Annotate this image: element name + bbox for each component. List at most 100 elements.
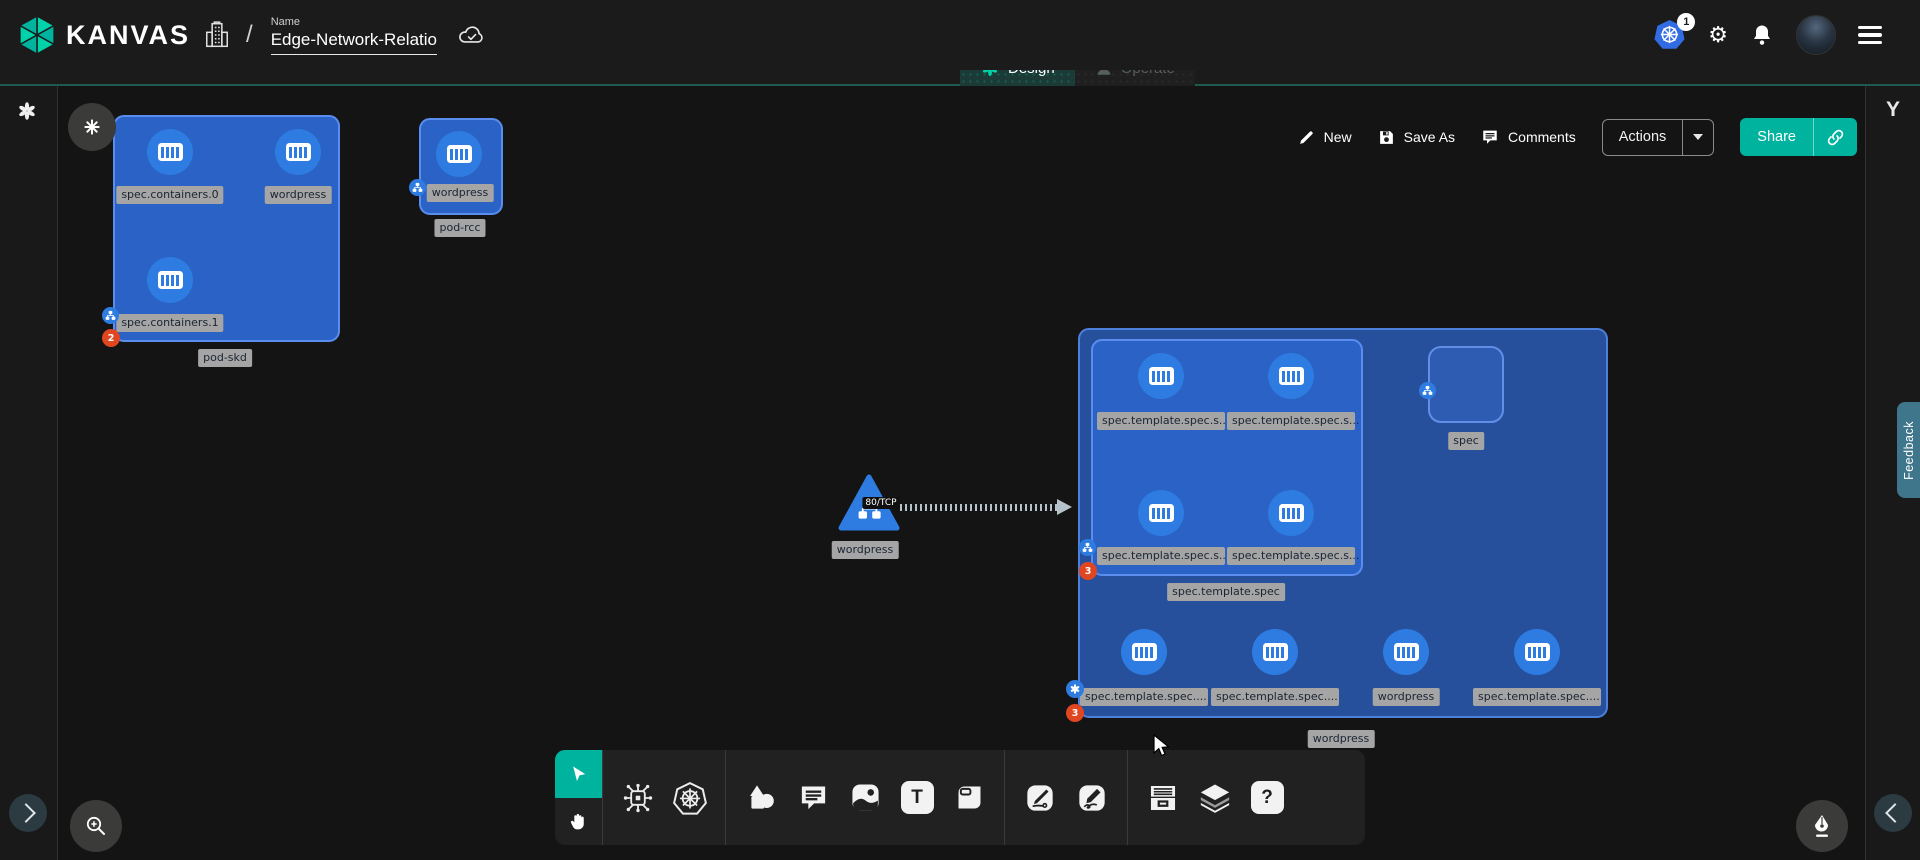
group-label: pod-rcc	[434, 219, 485, 237]
pen-mode-button[interactable]	[1796, 800, 1848, 852]
container-icon	[1263, 643, 1288, 661]
node-label: wordpress	[427, 184, 494, 202]
count-badge[interactable]: 3	[1079, 562, 1097, 580]
comment-bubble-icon	[798, 782, 829, 813]
container-icon	[1525, 643, 1550, 661]
node-label: spec.template.spec....	[1080, 688, 1208, 706]
actions-dropdown-caret[interactable]	[1682, 120, 1713, 155]
node-spec-containers-0[interactable]	[147, 129, 193, 175]
relationship-badge[interactable]	[1419, 382, 1436, 399]
relationship-badge[interactable]	[1066, 680, 1084, 698]
node-template-container[interactable]	[1268, 490, 1314, 536]
pencil-scribble-icon	[1076, 782, 1108, 814]
actions-label: Actions	[1603, 120, 1683, 155]
tool-shapes[interactable]	[740, 777, 782, 819]
tool-component-drawer[interactable]	[1142, 777, 1184, 819]
sitemap-icon	[1422, 385, 1433, 396]
design-name-field[interactable]: Name Edge-Network-Relatio	[271, 16, 437, 55]
snowflake-icon	[82, 117, 102, 137]
collapse-right-panel-button[interactable]	[1874, 794, 1912, 832]
node-spec[interactable]	[1428, 346, 1504, 423]
expand-left-panel-button[interactable]	[9, 794, 47, 832]
node-template-container[interactable]	[1268, 353, 1314, 399]
organization-icon[interactable]	[204, 21, 230, 49]
design-canvas[interactable]: Y Feedback	[0, 86, 1920, 860]
group-spec-template-spec[interactable]	[1091, 339, 1363, 576]
sitemap-icon	[412, 182, 423, 193]
tool-edge-pen[interactable]	[1019, 777, 1061, 819]
toolbar-group-draw	[1004, 750, 1127, 845]
cursor-icon	[569, 764, 589, 784]
meshery-swirl-icon[interactable]	[16, 100, 38, 122]
kanvas-brand[interactable]: KANVAS	[18, 14, 190, 56]
chevron-right-icon	[16, 803, 36, 823]
count-badge[interactable]: 3	[1066, 704, 1084, 722]
save-icon	[1378, 129, 1395, 146]
y-icon[interactable]: Y	[1866, 98, 1920, 122]
container-icon	[286, 143, 311, 161]
top-app-bar: KANVAS / Name Edge-Network-Relatio	[0, 0, 1920, 70]
share-button[interactable]: Share	[1740, 118, 1857, 156]
pen-path-icon	[1024, 782, 1056, 814]
feedback-tab[interactable]: Feedback	[1897, 402, 1920, 498]
copy-link-button[interactable]	[1813, 118, 1857, 156]
node-wordpress-container[interactable]	[275, 129, 321, 175]
feedback-label: Feedback	[1902, 421, 1916, 480]
new-label: New	[1324, 129, 1352, 145]
notifications-bell-icon[interactable]	[1750, 22, 1774, 48]
container-icon	[1149, 504, 1174, 522]
edge-service-to-deployment[interactable]	[900, 504, 1060, 511]
k8s-context-switcher[interactable]: 1	[1654, 19, 1686, 51]
user-avatar[interactable]	[1796, 15, 1836, 55]
design-name-input[interactable]: Edge-Network-Relatio	[271, 30, 437, 55]
node-label: spec.containers.1	[116, 314, 223, 332]
container-icon	[158, 271, 183, 289]
node-label: wordpress	[832, 541, 899, 559]
node-deployment-container[interactable]	[1252, 629, 1298, 675]
mouse-cursor	[1152, 734, 1174, 758]
node-label: spec.template.spec....	[1211, 688, 1339, 706]
share-label: Share	[1740, 118, 1813, 156]
node-wordpress-container[interactable]	[436, 131, 482, 177]
tool-components[interactable]	[617, 777, 659, 819]
relationship-badge[interactable]	[1079, 539, 1096, 556]
zoom-button[interactable]	[70, 800, 122, 852]
kanvas-app: KANVAS / Name Edge-Network-Relatio	[0, 0, 1920, 860]
layers-icon	[1198, 781, 1232, 815]
new-button[interactable]: New	[1298, 129, 1352, 146]
tool-select[interactable]	[555, 750, 602, 798]
freeze-button[interactable]	[68, 103, 116, 151]
relationship-badge[interactable]	[102, 307, 119, 324]
help-glyph: ?	[1251, 781, 1284, 814]
tool-kubernetes[interactable]	[669, 777, 711, 819]
tool-text[interactable]: T	[896, 777, 938, 819]
tool-freehand[interactable]	[1071, 777, 1113, 819]
image-icon	[849, 781, 882, 814]
comments-button[interactable]: Comments	[1481, 128, 1576, 146]
save-as-button[interactable]: Save As	[1378, 129, 1455, 146]
toolbar-group-annotate: T	[725, 750, 1004, 845]
canvas-toolbar: T	[555, 750, 1365, 845]
settings-gear-icon[interactable]: ⚙	[1708, 24, 1728, 46]
node-deployment-container[interactable]	[1514, 629, 1560, 675]
menu-hamburger-icon[interactable]	[1858, 26, 1882, 44]
node-deployment-container[interactable]	[1383, 629, 1429, 675]
node-template-container[interactable]	[1138, 490, 1184, 536]
tool-pan[interactable]	[555, 798, 602, 846]
k8s-context-count-badge: 1	[1677, 13, 1695, 31]
node-spec-containers-1[interactable]	[147, 257, 193, 303]
tool-image[interactable]	[844, 777, 886, 819]
note-icon	[954, 782, 985, 813]
tool-layers[interactable]	[1194, 777, 1236, 819]
node-template-container[interactable]	[1138, 353, 1184, 399]
relationship-badge[interactable]	[409, 179, 426, 196]
sitemap-icon	[1082, 542, 1093, 553]
tool-note[interactable]	[948, 777, 990, 819]
actions-button[interactable]: Actions	[1602, 119, 1715, 156]
node-deployment-container[interactable]	[1121, 629, 1167, 675]
brand-wordmark: KANVAS	[66, 20, 190, 51]
tool-comment[interactable]	[792, 777, 834, 819]
tool-help[interactable]: ?	[1246, 777, 1288, 819]
count-badge[interactable]: 2	[102, 329, 120, 347]
edge-arrowhead	[1057, 499, 1072, 515]
